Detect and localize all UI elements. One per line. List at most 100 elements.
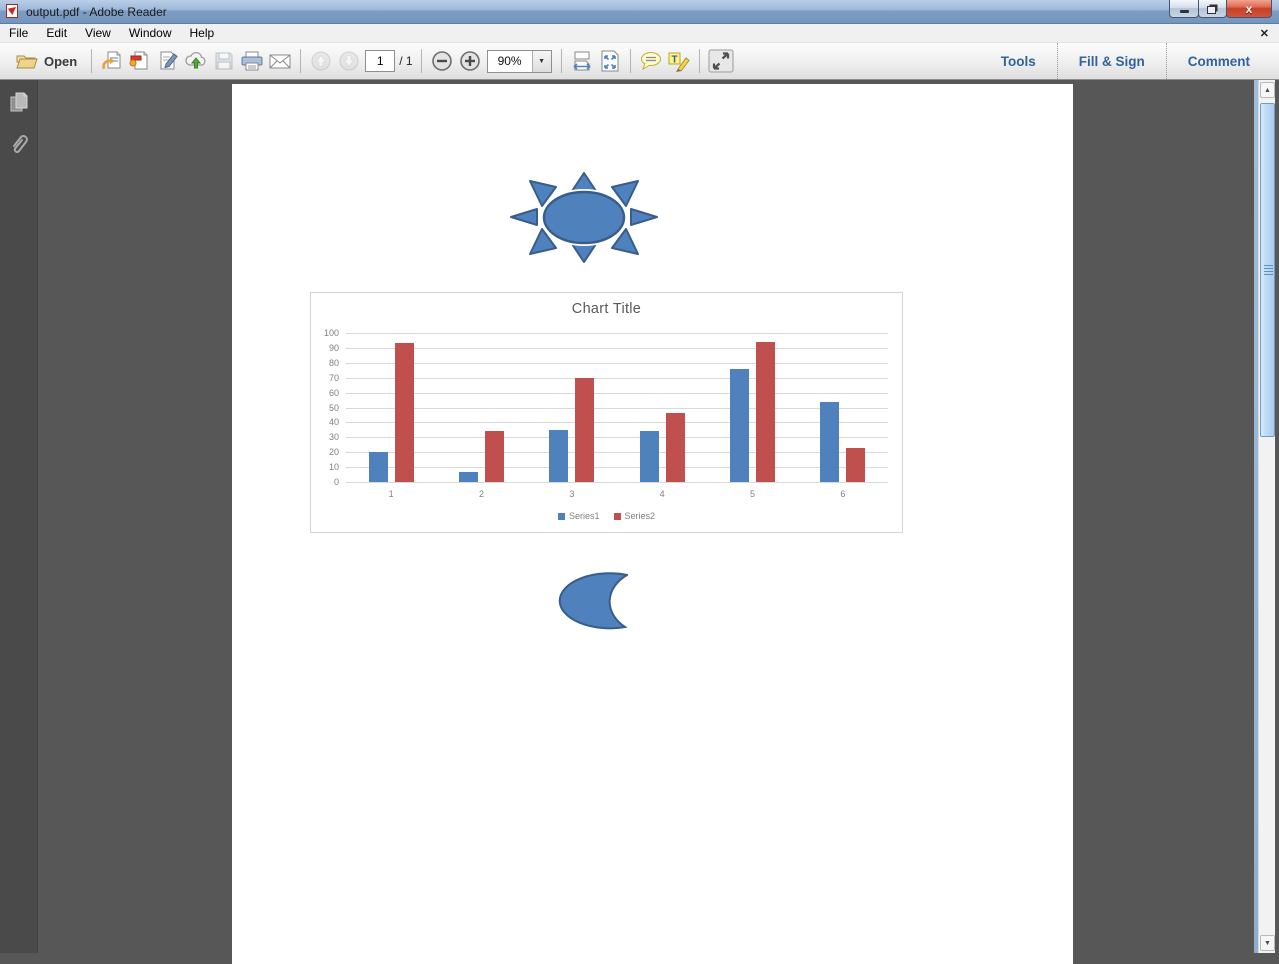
zoom-dropdown-button[interactable]: ▼ <box>532 51 551 72</box>
export-pdf-icon <box>101 50 123 72</box>
chart-bar-series1 <box>549 430 568 482</box>
close-icon: x <box>1246 2 1253 16</box>
chart-gridline <box>346 333 888 334</box>
fullscreen-button[interactable] <box>706 47 736 75</box>
menu-window[interactable]: Window <box>120 24 181 42</box>
menu-bar: File Edit View Window Help ✕ <box>0 24 1279 43</box>
page-down-icon <box>338 50 360 72</box>
scrollbar-grip <box>1264 265 1273 277</box>
legend-item: Series1 <box>558 511 600 521</box>
highlight-text-button[interactable]: T <box>665 47 693 75</box>
chart-gridline <box>346 378 888 379</box>
save-button[interactable] <box>210 47 238 75</box>
print-icon <box>240 50 264 72</box>
chart-y-tick-label: 80 <box>311 358 339 368</box>
page-up-icon <box>310 50 332 72</box>
chart-gridline <box>346 348 888 349</box>
chart-bar-series1 <box>820 402 839 482</box>
chart-bar-series1 <box>730 369 749 482</box>
vertical-scrollbar[interactable]: ▲ ▼ <box>1258 80 1275 953</box>
chart-bar-series1 <box>640 431 659 482</box>
chart-gridline <box>346 408 888 409</box>
pdf-page: Chart Title 0102030405060708090100 12345… <box>232 84 1073 964</box>
menu-view[interactable]: View <box>76 24 120 42</box>
chart-x-tick-label: 3 <box>569 489 574 499</box>
scroll-up-button[interactable]: ▲ <box>1260 82 1275 98</box>
email-button[interactable] <box>266 47 294 75</box>
chart-bar-series2 <box>756 342 775 482</box>
chart-bar-series2 <box>485 431 504 482</box>
tools-button[interactable]: Tools <box>980 43 1057 79</box>
menu-file[interactable]: File <box>0 24 37 42</box>
restore-icon <box>1207 6 1216 14</box>
upload-cloud-icon <box>184 50 208 72</box>
chart-y-tick-label: 90 <box>311 343 339 353</box>
fill-and-sign-button[interactable]: Fill & Sign <box>1057 43 1166 79</box>
zoom-in-icon <box>459 50 481 72</box>
zoom-in-button[interactable] <box>456 47 484 75</box>
fullscreen-icon <box>708 49 734 73</box>
sign-document-icon <box>157 50 179 72</box>
legend-label: Series1 <box>569 511 600 521</box>
sun-shape <box>508 172 660 263</box>
open-file-button[interactable]: Open <box>8 47 85 75</box>
chart-gridline <box>346 393 888 394</box>
chart-x-tick-label: 2 <box>479 489 484 499</box>
document-viewer: Chart Title 0102030405060708090100 12345… <box>0 80 1279 953</box>
paperclip-icon <box>8 132 30 156</box>
save-icon <box>213 50 235 72</box>
chart-y-tick-label: 40 <box>311 417 339 427</box>
next-page-button[interactable] <box>335 47 363 75</box>
fit-width-icon <box>570 49 594 73</box>
chart-y-tick-label: 30 <box>311 432 339 442</box>
chart-gridline <box>346 422 888 423</box>
chart-bar-series1 <box>369 452 388 482</box>
close-window-button[interactable]: x <box>1226 0 1272 18</box>
window-titlebar: output.pdf - Adobe Reader x <box>0 0 1279 24</box>
legend-item: Series2 <box>614 511 656 521</box>
zoom-level-select[interactable]: 90% ▼ <box>487 50 552 73</box>
scroll-down-icon: ▼ <box>1264 940 1271 947</box>
document-canvas[interactable]: Chart Title 0102030405060708090100 12345… <box>39 80 1258 953</box>
attachments-button[interactable] <box>5 130 33 158</box>
close-document-button[interactable]: ✕ <box>1260 27 1269 40</box>
chart-x-tick-label: 1 <box>389 489 394 499</box>
print-button[interactable] <box>238 47 266 75</box>
sticky-note-button[interactable] <box>637 47 665 75</box>
comment-button[interactable]: Comment <box>1166 43 1271 79</box>
page-thumbnails-button[interactable] <box>5 88 33 116</box>
chart-legend: Series1 Series2 <box>311 511 902 521</box>
zoom-out-button[interactable] <box>428 47 456 75</box>
chart-bar-series2 <box>575 378 594 482</box>
export-pdf-button[interactable] <box>98 47 126 75</box>
fit-page-button[interactable] <box>596 47 624 75</box>
scroll-down-button[interactable]: ▼ <box>1260 935 1275 951</box>
page-number-input[interactable] <box>365 50 395 72</box>
chart-x-tick-label: 4 <box>660 489 665 499</box>
open-folder-icon <box>16 52 38 70</box>
chart-y-axis-labels: 0102030405060708090100 <box>311 333 339 482</box>
previous-page-button[interactable] <box>307 47 335 75</box>
create-pdf-icon <box>129 50 151 72</box>
chevron-down-icon: ▼ <box>538 58 545 65</box>
scroll-up-icon: ▲ <box>1264 87 1271 94</box>
scrollbar-thumb[interactable] <box>1260 103 1275 437</box>
highlight-text-icon: T <box>667 50 691 72</box>
legend-swatch <box>558 513 565 520</box>
fit-width-button[interactable] <box>568 47 596 75</box>
upload-cloud-button[interactable] <box>182 47 210 75</box>
menu-edit[interactable]: Edit <box>37 24 76 42</box>
menu-help[interactable]: Help <box>181 24 224 42</box>
chart-y-tick-label: 10 <box>311 462 339 472</box>
chart-y-tick-label: 0 <box>311 477 339 487</box>
navigation-pane-rail <box>0 80 38 953</box>
email-icon <box>268 50 292 72</box>
chart-bar-series2 <box>666 413 685 482</box>
bar-chart: Chart Title 0102030405060708090100 12345… <box>310 292 903 533</box>
restore-button[interactable] <box>1198 0 1227 18</box>
chart-gridline <box>346 437 888 438</box>
legend-swatch <box>614 513 621 520</box>
minimize-button[interactable] <box>1169 0 1199 18</box>
create-pdf-button[interactable] <box>126 47 154 75</box>
sign-document-button[interactable] <box>154 47 182 75</box>
